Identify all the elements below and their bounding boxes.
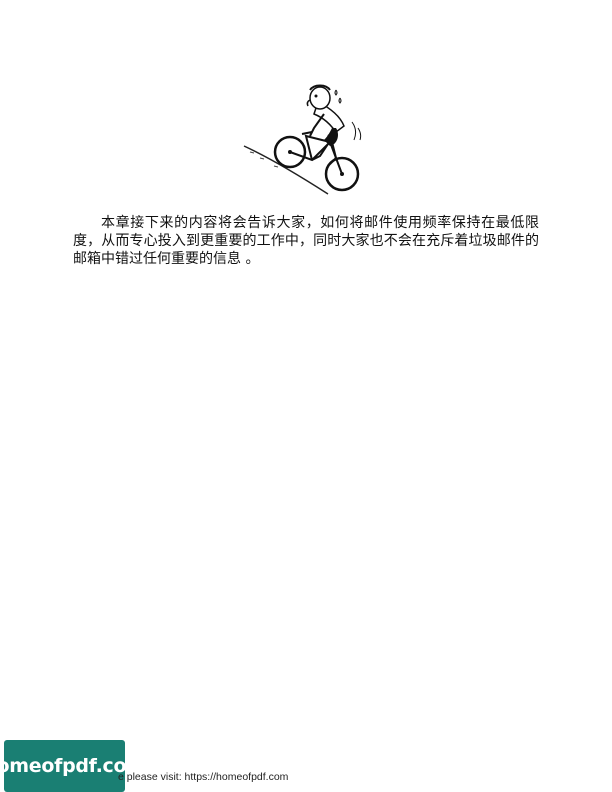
cyclist-uphill-icon: [243, 84, 362, 195]
homeofpdf-logo[interactable]: homeofpdf.com: [0, 740, 146, 792]
chapter-intro-paragraph: 本章接下来的内容将会告诉大家，如何将邮件使用频率保持在最低限度，从而专心投入到更…: [73, 215, 539, 267]
footer-visit-text: e please visit: https://homeofpdf.com: [118, 771, 289, 783]
cyclist-illustration: [240, 84, 370, 196]
